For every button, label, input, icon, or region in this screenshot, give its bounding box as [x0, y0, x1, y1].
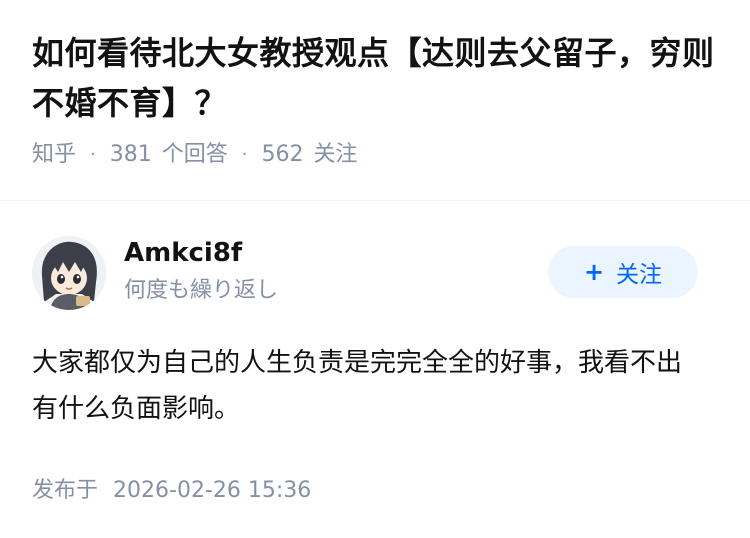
follower-count-label: 关注: [313, 142, 358, 167]
meta-separator: ·: [90, 144, 96, 165]
published-time: 2026-02-26 15:36: [113, 478, 312, 503]
follower-count: 562: [261, 142, 304, 167]
avatar-anime-girl-icon[interactable]: [32, 236, 106, 310]
source-label[interactable]: 知乎: [32, 140, 76, 170]
author-row: Amkci8f 何度も繰り返し + 关注: [32, 200, 718, 310]
answer-card: Amkci8f 何度も繰り返し + 关注 大家都仅为自己的人生负责是完完全全的好…: [0, 200, 750, 506]
published-label: 发布于: [32, 478, 99, 503]
published-time-row: 发布于 2026-02-26 15:36: [32, 476, 718, 506]
plus-icon: +: [583, 258, 605, 286]
question-title[interactable]: 如何看待北大女教授观点【达则去父留子，穷则不婚不育】？: [32, 28, 718, 128]
answer-content[interactable]: 大家都仅为自己的人生负责是完完全全的好事，我看不出有什么负面影响。: [32, 340, 704, 432]
zhihu-answer-page: 如何看待北大女教授观点【达则去父留子，穷则不婚不育】？ 知乎 · 381 个回答…: [0, 0, 750, 538]
meta-separator: ·: [241, 144, 248, 165]
follow-button-label: 关注: [616, 262, 663, 288]
question-meta: 知乎 · 381 个回答 · 562 关注: [32, 140, 718, 170]
author-name[interactable]: Amkci8f: [124, 236, 242, 270]
answer-count: 381: [109, 142, 152, 167]
question-header: 如何看待北大女教授观点【达则去父留子，穷则不婚不育】？ 知乎 · 381 个回答…: [0, 0, 750, 172]
avatar-image: [32, 236, 106, 310]
follow-button[interactable]: + 关注: [548, 246, 698, 298]
author-bio: 何度も繰り返し: [124, 278, 279, 303]
answer-count-label: 个回答: [161, 142, 228, 167]
